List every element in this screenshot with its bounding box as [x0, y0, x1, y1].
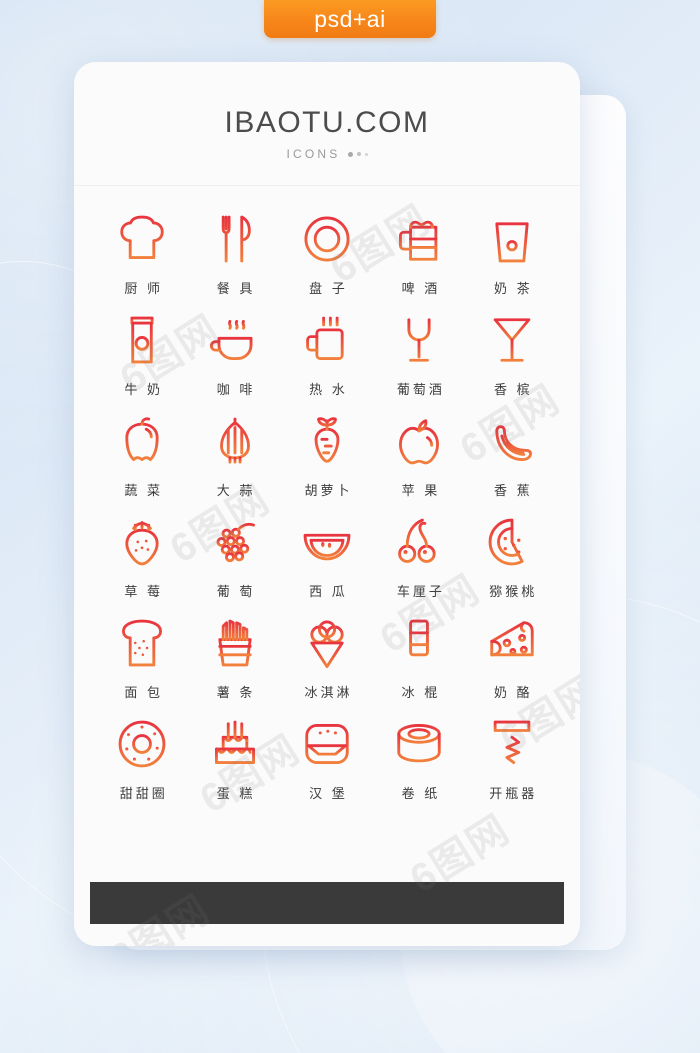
cake-icon[interactable]: [208, 717, 262, 771]
format-badge[interactable]: psd+ai: [264, 0, 436, 38]
donut-icon[interactable]: [115, 717, 169, 771]
icon-cell[interactable]: 厨 师: [96, 212, 188, 297]
icon-cell[interactable]: 葡 萄: [188, 515, 280, 600]
icon-label: 猕猴桃: [489, 584, 538, 599]
icon-cell[interactable]: 薯 条: [188, 616, 280, 701]
chef-hat-icon[interactable]: [115, 212, 169, 266]
icon-label: 面 包: [124, 685, 163, 700]
icon-cell[interactable]: 汉 堡: [281, 717, 373, 802]
icon-label: 冰淇淋: [304, 685, 353, 700]
icon-cell[interactable]: 西 瓜: [281, 515, 373, 600]
icon-cell[interactable]: 热 水: [281, 313, 373, 398]
icon-cell[interactable]: 卷 纸: [373, 717, 465, 802]
icon-cell[interactable]: 餐 具: [188, 212, 280, 297]
subtitle-text: ICONS: [286, 147, 341, 161]
icon-label: 车厘子: [396, 584, 445, 599]
icon-label: 大 蒜: [216, 483, 256, 498]
cherry-icon[interactable]: [392, 515, 446, 569]
wine-glass-icon[interactable]: [392, 313, 446, 367]
icon-label: 香 蕉: [493, 483, 533, 498]
icon-cell[interactable]: 咖 啡: [188, 313, 280, 398]
icon-cell[interactable]: 车厘子: [373, 515, 465, 600]
icon-label: 奶 酪: [493, 685, 533, 700]
icon-label: 葡 萄: [216, 584, 256, 599]
icon-cell[interactable]: 冰 棍: [373, 616, 465, 701]
grapes-icon[interactable]: [208, 515, 262, 569]
cheese-icon[interactable]: [485, 616, 539, 670]
popsicle-icon[interactable]: [392, 616, 446, 670]
icon-label: 草 莓: [124, 584, 163, 599]
vegetable-icon[interactable]: [115, 414, 169, 468]
icon-cell[interactable]: 猕猴桃: [466, 515, 558, 600]
icon-cell[interactable]: 草 莓: [96, 515, 188, 600]
icon-cell[interactable]: 香 槟: [466, 313, 558, 398]
beer-mug-icon[interactable]: [392, 212, 446, 266]
cutlery-icon[interactable]: [208, 212, 262, 266]
icon-cell[interactable]: 甜甜圈: [96, 717, 188, 802]
hot-water-icon[interactable]: [300, 313, 354, 367]
icon-label: 苹 果: [401, 483, 441, 498]
icon-cell[interactable]: 蛋 糕: [188, 717, 280, 802]
plate-icon[interactable]: [300, 212, 354, 266]
icon-cell[interactable]: 奶 茶: [466, 212, 558, 297]
icon-label: 啤 酒: [401, 281, 441, 296]
icon-label: 甜甜圈: [119, 786, 168, 801]
subtitle-row: ICONS: [74, 147, 580, 161]
icon-cell[interactable]: 大 蒜: [188, 414, 280, 499]
icon-cell[interactable]: 奶 酪: [466, 616, 558, 701]
bread-icon[interactable]: [115, 616, 169, 670]
icon-label: 卷 纸: [401, 786, 441, 801]
icon-grid: 厨 师 餐 具 盘 子 啤 酒 奶 茶牛 奶 咖 啡 热 水 葡萄酒 香 槟蔬 菜 大 蒜 胡萝卜 苹…: [74, 186, 580, 802]
card-header: IBAOTU.COM ICONS: [74, 62, 580, 186]
icon-label: 西 瓜: [309, 584, 348, 599]
milk-bottle-icon[interactable]: [115, 313, 169, 367]
icon-label: 盘 子: [309, 281, 348, 296]
footer-bar: [90, 882, 564, 924]
icon-cell[interactable]: 开瓶器: [466, 717, 558, 802]
icon-label: 餐 具: [216, 281, 256, 296]
icon-label: 蔬 菜: [124, 483, 163, 498]
kiwi-icon[interactable]: [485, 515, 539, 569]
icon-cell[interactable]: 蔬 菜: [96, 414, 188, 499]
three-dots-icon: [347, 151, 368, 157]
corkscrew-icon[interactable]: [485, 717, 539, 771]
icon-cell[interactable]: 葡萄酒: [373, 313, 465, 398]
icon-label: 奶 茶: [493, 281, 533, 296]
strawberry-icon[interactable]: [115, 515, 169, 569]
icon-label: 蛋 糕: [216, 786, 256, 801]
icon-cell[interactable]: 盘 子: [281, 212, 373, 297]
burger-icon[interactable]: [300, 717, 354, 771]
garlic-icon[interactable]: [208, 414, 262, 468]
milk-tea-icon[interactable]: [485, 212, 539, 266]
icon-cell[interactable]: 苹 果: [373, 414, 465, 499]
banana-icon[interactable]: [485, 414, 539, 468]
icon-label: 开瓶器: [489, 786, 538, 801]
carrot-icon[interactable]: [300, 414, 354, 468]
icon-label: 厨 师: [124, 281, 163, 296]
icon-cell[interactable]: 啤 酒: [373, 212, 465, 297]
icon-label: 热 水: [309, 382, 348, 397]
champagne-icon[interactable]: [485, 313, 539, 367]
icon-label: 牛 奶: [124, 382, 163, 397]
french-fries-icon[interactable]: [208, 616, 262, 670]
icon-label: 咖 啡: [216, 382, 256, 397]
icon-set-card: IBAOTU.COM ICONS 厨 师 餐 具 盘 子 啤 酒 奶 茶牛 奶 咖 啡 热 …: [74, 62, 580, 946]
icon-cell[interactable]: 香 蕉: [466, 414, 558, 499]
icon-cell[interactable]: 面 包: [96, 616, 188, 701]
apple-icon[interactable]: [392, 414, 446, 468]
ice-cream-icon[interactable]: [300, 616, 354, 670]
icon-cell[interactable]: 牛 奶: [96, 313, 188, 398]
icon-cell[interactable]: 冰淇淋: [281, 616, 373, 701]
icon-label: 香 槟: [493, 382, 533, 397]
page-title: IBAOTU.COM: [224, 106, 430, 139]
icon-label: 汉 堡: [309, 786, 348, 801]
icon-label: 胡萝卜: [304, 483, 353, 498]
icon-cell[interactable]: 胡萝卜: [281, 414, 373, 499]
icon-label: 薯 条: [216, 685, 256, 700]
icon-label: 冰 棍: [401, 685, 441, 700]
coffee-cup-icon[interactable]: [208, 313, 262, 367]
watermelon-icon[interactable]: [300, 515, 354, 569]
icon-label: 葡萄酒: [396, 382, 445, 397]
sushi-roll-icon[interactable]: [392, 717, 446, 771]
